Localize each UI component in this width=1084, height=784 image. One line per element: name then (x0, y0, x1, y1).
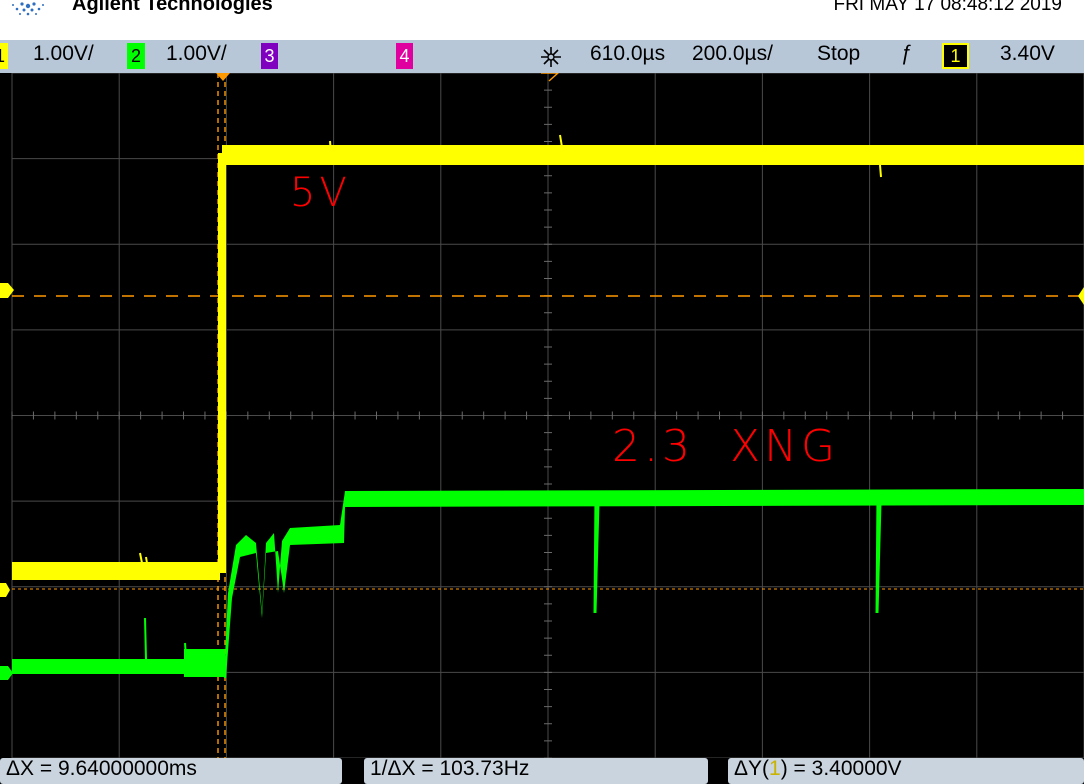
inverse-delta-x-readout: 1/ΔX = 103.73Hz (364, 758, 708, 784)
delta-y-prefix: ΔY( (734, 758, 770, 780)
ch1-offset-marker[interactable] (0, 583, 10, 597)
brand-name: Agilent Technologies (72, 0, 273, 15)
annotation-5v: 5V (290, 170, 351, 216)
delta-y-value: ) = 3.40000V (780, 758, 902, 780)
ch2-indicator[interactable]: 2 (127, 43, 145, 69)
ch2-ground-marker[interactable] (0, 666, 13, 680)
graticule (11, 73, 1084, 758)
trigger-delay-icon (541, 47, 561, 67)
delta-y-channel: 1 (769, 758, 781, 780)
status-bar: 1 1.00V/ 2 1.00V/ 3 4 610.0µs 200.0µs/ S… (0, 40, 1084, 73)
timebase-scale[interactable]: 200.0µs/ (692, 42, 773, 66)
trigger-edge-icon: ƒ (900, 42, 912, 65)
ch1-indicator[interactable]: 1 (0, 43, 8, 69)
ch1-scale[interactable]: 1.00V/ (33, 42, 94, 66)
trigger-level[interactable]: 3.40V (1000, 42, 1055, 66)
delay-reference-marker (541, 73, 560, 82)
delta-x-readout: ΔX = 9.64000000ms (0, 758, 342, 784)
agilent-spark-logo-icon (12, 2, 44, 16)
waveform-display: 5V 2.3 XNG (0, 73, 1084, 758)
ch2-scale[interactable]: 1.00V/ (166, 42, 227, 66)
delta-y-readout: ΔY(1) = 3.40000V (728, 758, 1084, 784)
instrument-header: Agilent Technologies FRI MAY 17 08:48:12… (0, 0, 1084, 40)
measurement-bar: ΔX = 9.64000000ms 1/ΔX = 103.73Hz ΔY(1) … (0, 758, 1084, 784)
trigger-source[interactable]: 1 (942, 43, 969, 69)
datetime-display: FRI MAY 17 08:48:12 2019 (833, 0, 1062, 15)
ch4-indicator[interactable]: 4 (396, 43, 413, 69)
annotation-2-3-xng: 2.3 XNG (612, 421, 840, 472)
ch3-indicator[interactable]: 3 (261, 43, 278, 69)
run-state: Stop (817, 42, 861, 65)
right-trigger-marker (1078, 287, 1084, 305)
trigger-delay[interactable]: 610.0µs (590, 42, 665, 66)
